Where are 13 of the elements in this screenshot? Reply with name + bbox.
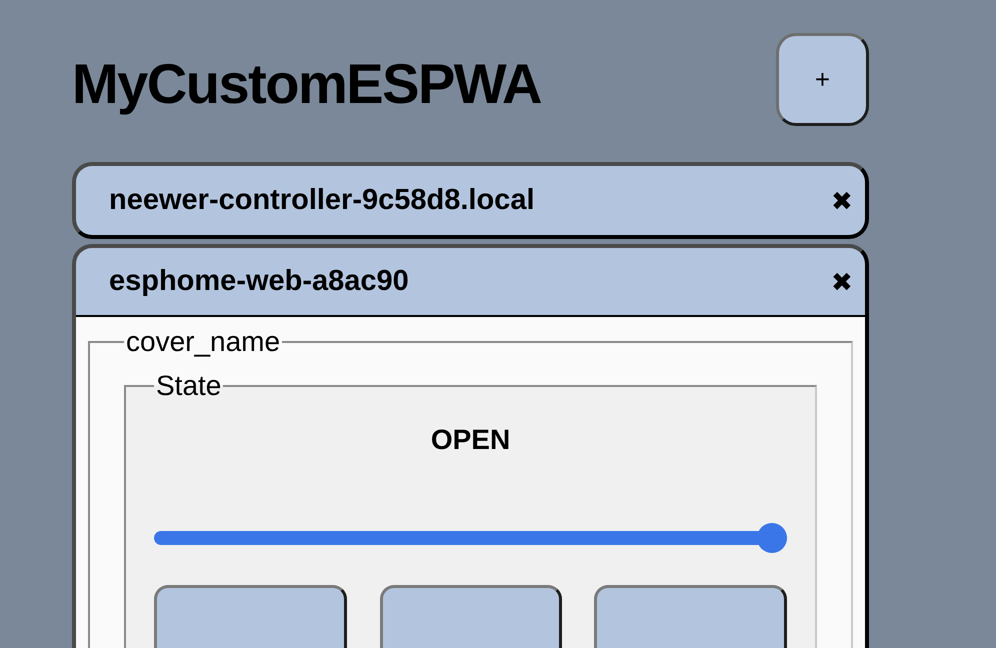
position-slider[interactable] (154, 523, 787, 553)
add-button[interactable]: + (776, 33, 869, 126)
state-value: OPEN (430, 423, 512, 457)
device-name[interactable]: esphome-web-a8ac90 (109, 260, 409, 304)
cover-button[interactable] (594, 585, 787, 648)
close-button[interactable]: ✖ (831, 188, 853, 214)
cover-button[interactable] (380, 585, 562, 648)
app-title: MyCustomESPWA (72, 50, 541, 117)
close-button[interactable]: ✖ (831, 268, 853, 294)
cover-button[interactable] (154, 585, 347, 648)
state-legend: State (154, 371, 224, 401)
entity-name: cover_name (125, 327, 282, 357)
device-name[interactable]: neewer-controller-9c58d8.local (109, 178, 534, 222)
